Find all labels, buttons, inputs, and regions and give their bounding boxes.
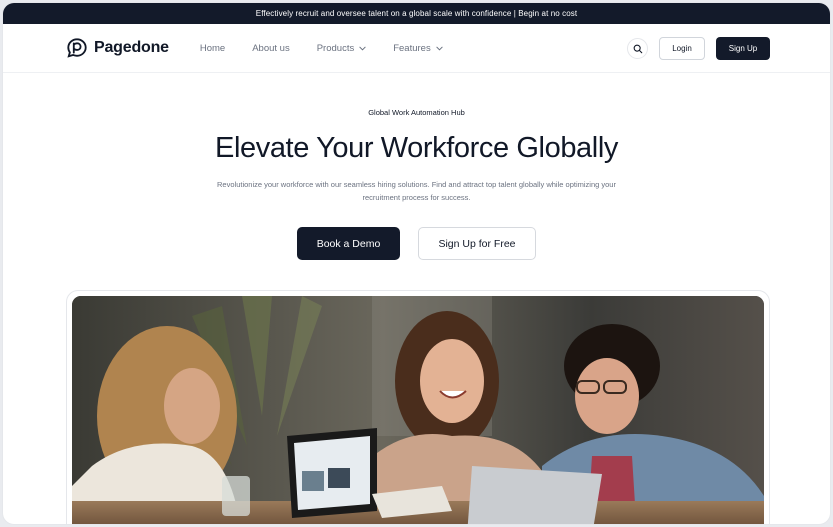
- chevron-down-icon: [436, 46, 443, 51]
- hero-section: Global Work Automation Hub Elevate Your …: [3, 108, 830, 260]
- login-button[interactable]: Login: [659, 37, 705, 60]
- brand-logo[interactable]: Pagedone: [66, 37, 169, 59]
- nav-item-label: About us: [252, 42, 290, 54]
- announcement-bar: Effectively recruit and oversee talent o…: [3, 3, 830, 24]
- signup-free-button[interactable]: Sign Up for Free: [418, 227, 536, 260]
- nav-item-features[interactable]: Features: [393, 43, 443, 54]
- nav-item-home[interactable]: Home: [200, 43, 225, 54]
- hero-image-card: [66, 290, 770, 524]
- announcement-text: Effectively recruit and oversee talent o…: [255, 9, 578, 18]
- chat-bubble-logo-icon: [67, 38, 87, 58]
- brand-name: Pagedone: [94, 39, 169, 56]
- signup-button[interactable]: Sign Up: [716, 37, 770, 60]
- hero-photo: [72, 296, 764, 524]
- hero-cta-row: Book a Demo Sign Up for Free: [3, 227, 830, 260]
- nav-item-products[interactable]: Products: [317, 43, 367, 54]
- team-photo-illustration: [72, 296, 764, 524]
- nav-item-label: Features: [393, 42, 431, 54]
- nav-actions: Login Sign Up: [627, 24, 770, 73]
- hero-eyebrow: Global Work Automation Hub: [368, 108, 465, 117]
- hero-subtitle: Revolutionize your workforce with our se…: [217, 180, 616, 202]
- nav-item-label: Products: [316, 42, 355, 54]
- nav-item-about-us[interactable]: About us: [252, 43, 290, 54]
- hero-title: Elevate Your Workforce Globally: [215, 132, 618, 164]
- search-icon: [633, 44, 642, 53]
- chevron-down-icon: [359, 46, 366, 51]
- main-nav: Home About us Products Features: [200, 43, 443, 54]
- search-button[interactable]: [627, 38, 648, 59]
- nav-item-label: Home: [199, 42, 226, 54]
- page-frame: Effectively recruit and oversee talent o…: [2, 2, 831, 525]
- book-demo-button[interactable]: Book a Demo: [297, 227, 400, 260]
- navbar: Pagedone Home About us Products Features: [3, 24, 830, 73]
